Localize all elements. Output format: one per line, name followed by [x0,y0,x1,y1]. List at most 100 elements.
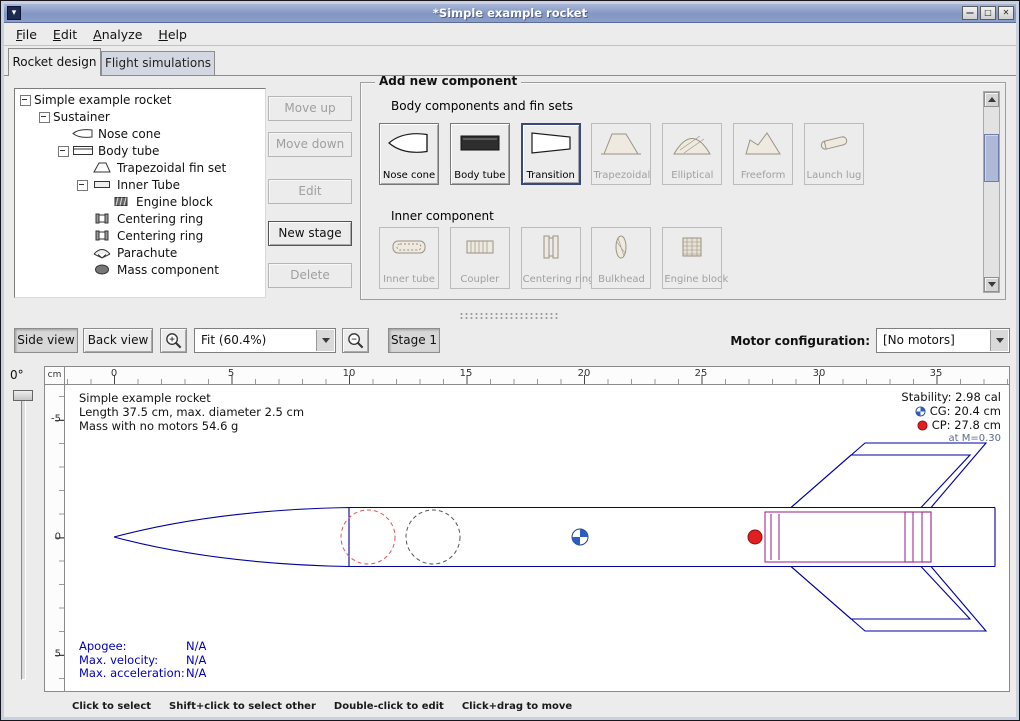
inner-component-label: Inner component [391,209,494,223]
tree-item-mass-component[interactable]: Mass component [15,261,265,278]
elliptical-fin-icon [670,128,714,158]
tree-expander-icon[interactable] [76,180,91,189]
splitter-grip[interactable] [459,312,559,320]
inner-tube-icon [91,178,113,191]
stage-1-toggle[interactable]: Stage 1 [388,328,440,353]
new-stage-button[interactable]: New stage [268,221,352,246]
rocket-view[interactable]: Simple example rocket Length 37.5 cm, ma… [65,385,1009,691]
zoom-in-button[interactable] [160,328,187,353]
scroll-up-button[interactable] [984,92,999,107]
diagram-panel: cm 0 5 10 15 20 25 30 35 -5 0 5 [44,366,1010,692]
window-controls: — □ ✕ [962,6,1014,20]
window-menu-icon[interactable]: ▾ [7,6,21,20]
zoom-value: Fit (60.4%) [201,333,266,347]
scrollbar-thumb[interactable] [984,134,999,182]
tree-item-centering-ring[interactable]: Centering ring [15,210,265,227]
vertical-ruler: -5 0 5 [45,385,65,691]
stability-value: Stability: 2.98 cal [901,390,1001,404]
tree-item-centering-ring-2[interactable]: Centering ring [15,227,265,244]
cg-value: CG: 20.4 cm [930,404,1001,418]
tab-pane-border [4,75,1016,76]
side-view-button[interactable]: Side view [14,328,78,353]
add-component-panel: Add new component Body components and fi… [360,82,1006,300]
coupler-icon [458,232,502,262]
tab-rocket-design[interactable]: Rocket design [8,48,101,76]
add-nose-cone-button[interactable]: Nose cone [379,123,439,185]
hint-double-click: Double-click to edit [334,701,444,712]
tree-item-trapezoidal-fin-set[interactable]: Trapezoidal fin set [15,159,265,176]
transition-icon [529,128,573,158]
close-button[interactable]: ✕ [998,6,1014,20]
view-toolbar: Side view Back view Fit (60.4%) Stage 1 … [4,326,1016,356]
bulkhead-icon [599,232,643,262]
stability-legend: Stability: 2.98 cal CG: 20.4 cm CP: 27.8… [901,390,1001,446]
slider-thumb[interactable] [13,390,33,401]
maximize-button[interactable]: □ [980,6,996,20]
tree-item-parachute[interactable]: Parachute [15,244,265,261]
nose-cone-icon [387,128,431,158]
cg-icon [915,406,926,417]
rocket-mass: Mass with no motors 54.6 g [79,419,304,433]
add-elliptical-fin-button[interactable]: Elliptical [662,123,722,185]
add-launch-lug-button[interactable]: Launch lug [804,123,864,185]
zoom-out-button[interactable] [342,328,369,353]
delete-button[interactable]: Delete [268,263,352,288]
status-bar: Click to select Shift+click to select ot… [4,696,1016,716]
add-engine-block-button[interactable]: Engine block [662,227,722,289]
menu-file[interactable]: File [8,25,45,44]
add-bulkhead-button[interactable]: Bulkhead [591,227,651,289]
menu-analyze[interactable]: Analyze [85,25,150,44]
edit-button[interactable]: Edit [268,179,352,204]
component-panel-scrollbar[interactable] [983,91,1000,293]
tree-expander-icon[interactable] [57,146,72,155]
ruler-unit: cm [45,367,65,385]
dropdown-arrow-icon[interactable] [316,330,334,351]
cg-marker [572,529,588,545]
component-tree[interactable]: Simple example rocket Sustainer Nose con… [14,88,266,298]
cp-marker [748,530,762,544]
tree-item-inner-tube[interactable]: Inner Tube [15,176,265,193]
window-content: ▾ *Simple example rocket — □ ✕ File Edit… [4,4,1016,717]
nose-cone-icon [72,127,94,140]
dropdown-arrow-icon[interactable] [990,330,1008,351]
add-body-tube-button[interactable]: Body tube [450,123,510,185]
add-freeform-fin-button[interactable]: Freeform [733,123,793,185]
add-trapezoidal-fin-button[interactable]: Trapezoidal [591,123,651,185]
menu-edit[interactable]: Edit [45,25,85,44]
minimize-button[interactable]: — [962,6,978,20]
add-coupler-button[interactable]: Coupler [450,227,510,289]
arrow-up-icon [988,97,996,102]
move-up-button[interactable]: Move up [268,96,352,121]
motor-configuration-select[interactable]: [No motors] [876,328,1010,353]
magnifier-minus-icon [346,331,365,350]
fin-set-icon [91,161,113,174]
tree-item-sustainer[interactable]: Sustainer [15,108,265,125]
tree-expander-icon[interactable] [19,95,34,104]
tree-item-rocket[interactable]: Simple example rocket [15,91,265,108]
hint-shift-click: Shift+click to select other [169,701,316,712]
centering-ring-icon [529,232,573,262]
freeform-fin-icon [741,128,785,158]
menu-help[interactable]: Help [150,25,195,44]
engine-block-icon [670,232,714,262]
engine-block-icon [110,195,132,208]
window-title: *Simple example rocket [4,6,1016,20]
scroll-down-button[interactable] [984,277,999,292]
rotation-slider[interactable] [4,384,44,684]
slider-track[interactable] [21,392,26,680]
mass-component-icon [91,263,113,276]
tab-flight-simulations[interactable]: Flight simulations [101,51,215,75]
tree-item-nose-cone[interactable]: Nose cone [15,125,265,142]
tree-expander-icon[interactable] [38,112,53,121]
arrow-down-icon [988,282,996,287]
mach-value: at M=0.30 [901,432,1001,446]
add-centering-ring-button[interactable]: Centering ring [521,227,581,289]
tree-item-body-tube[interactable]: Body tube [15,142,265,159]
tree-item-engine-block[interactable]: Engine block [15,193,265,210]
add-inner-tube-button[interactable]: Inner tube [379,227,439,289]
zoom-select[interactable]: Fit (60.4%) [194,328,336,353]
add-transition-button[interactable]: Transition [521,123,581,185]
titlebar: ▾ *Simple example rocket — □ ✕ [4,4,1016,23]
move-down-button[interactable]: Move down [268,132,352,157]
back-view-button[interactable]: Back view [83,328,153,353]
